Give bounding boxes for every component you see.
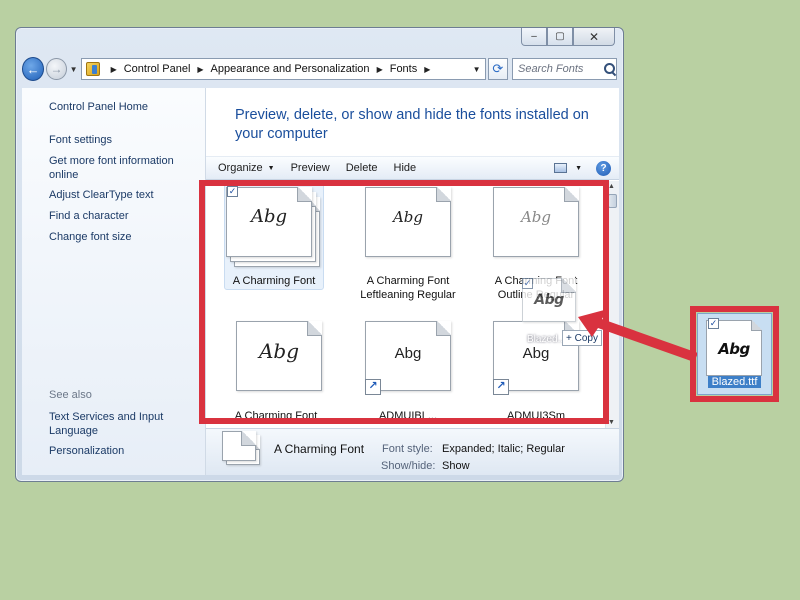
hide-button[interactable]: Hide [386, 162, 425, 174]
font-style-label: Font style: [382, 443, 433, 455]
font-file-icon: Abg [493, 187, 579, 257]
details-pane: A Charming Font Font style: Expanded; It… [206, 428, 619, 475]
see-also-heading: See also [49, 389, 92, 401]
font-tile-charming[interactable]: Abg ✓ A Charming Font [224, 183, 344, 293]
font-sample: Abg [392, 208, 424, 226]
control-panel-icon [85, 62, 100, 76]
page-title: Preview, delete, or show and hide the fo… [235, 107, 589, 142]
font-style-value: Expanded; Italic; Regular [442, 443, 565, 455]
command-bar: Organize ▼ Preview Delete Hide ▼ ? [206, 156, 619, 180]
organize-menu[interactable]: Organize ▼ [206, 162, 283, 174]
view-options-dropdown[interactable]: ▼ [575, 165, 582, 172]
font-sample: Abg [258, 339, 300, 363]
breadcrumb-separator[interactable]: ▶ [424, 65, 430, 74]
breadcrumb-control-panel[interactable]: Control Panel [124, 63, 191, 75]
fonts-window: – ▢ ✕ ← → ▼ ▶ Control Panel ▶ Appearance… [15, 27, 624, 482]
font-tile-admuibl[interactable]: Abg ↗ ADMUIBL... [348, 321, 468, 428]
breadcrumb-fonts[interactable]: Fonts [390, 63, 418, 75]
change-font-size-link[interactable]: Change font size [49, 230, 199, 244]
scroll-down-icon[interactable]: ▼ [608, 419, 615, 426]
font-settings-link[interactable]: Font settings [49, 133, 199, 147]
forward-button[interactable]: → [46, 58, 67, 80]
preview-button[interactable]: Preview [283, 162, 338, 174]
breadcrumb-appearance[interactable]: Appearance and Personalization [211, 63, 370, 75]
font-label: A Charming Font [232, 275, 316, 287]
breadcrumb-separator[interactable]: ▶ [111, 65, 117, 74]
selection-checkbox: ✓ [522, 278, 533, 289]
font-label: ADMUIBL... [378, 410, 438, 422]
refresh-button[interactable]: ⟳ [487, 58, 508, 80]
back-button[interactable]: ← [22, 57, 45, 81]
font-label: A Charming Font [234, 410, 318, 422]
blazed-font-file[interactable]: Abg ✓ Blazed.ttf [697, 313, 772, 395]
font-sample: Abg [534, 292, 564, 308]
search-input[interactable] [517, 63, 600, 75]
recent-pages-button[interactable]: ▼ [70, 65, 78, 74]
font-file-icon: Abg [236, 321, 322, 391]
shortcut-arrow-icon: ↗ [493, 379, 509, 395]
close-button[interactable]: ✕ [573, 28, 615, 46]
font-sample: Abg [718, 340, 750, 358]
minimize-button[interactable]: – [521, 28, 547, 46]
adjust-cleartype-link[interactable]: Adjust ClearType text [49, 188, 199, 202]
personalization-link[interactable]: Personalization [49, 444, 199, 458]
selection-checkbox[interactable]: ✓ [227, 186, 238, 197]
window-controls: – ▢ ✕ [521, 28, 615, 46]
scroll-up-icon[interactable]: ▲ [608, 183, 615, 190]
find-character-link[interactable]: Find a character [49, 209, 199, 223]
font-sample: Abg [250, 206, 288, 227]
organize-label: Organize [218, 162, 263, 174]
control-panel-home-link[interactable]: Control Panel Home [49, 100, 199, 114]
showhide-label: Show/hide: [381, 460, 436, 472]
address-dropdown-button[interactable]: ▼ [469, 65, 485, 74]
font-sample: Abg [522, 345, 550, 362]
drag-label: Blazed... [527, 334, 566, 345]
text-services-link[interactable]: Text Services and Input Language [49, 410, 199, 438]
maximize-button[interactable]: ▢ [547, 28, 573, 46]
shortcut-arrow-icon: ↗ [365, 379, 381, 395]
search-icon[interactable] [603, 63, 616, 75]
font-file-icon [222, 431, 256, 461]
font-label: ADMUI3Sm [506, 410, 566, 422]
drag-preview: Abg ✓ [522, 278, 578, 324]
font-sample: Abg [394, 345, 422, 362]
help-icon[interactable]: ? [596, 160, 611, 176]
breadcrumb-separator[interactable]: ▶ [197, 65, 203, 74]
font-file-icon: Abg [226, 187, 312, 257]
details-font-name: A Charming Font [274, 442, 365, 456]
navigation-bar: ← → ▼ ▶ Control Panel ▶ Appearance and P… [22, 56, 617, 82]
font-label: A Charming Font Leftleaning Regular [360, 275, 456, 301]
drag-arrow-icon [578, 309, 698, 362]
get-font-info-link[interactable]: Get more font information online [49, 154, 199, 182]
breadcrumb-separator[interactable]: ▶ [377, 65, 383, 74]
search-box[interactable] [511, 58, 617, 80]
font-sample: Abg [520, 208, 552, 226]
vertical-scrollbar[interactable]: ▲ ▼ [605, 181, 619, 428]
chevron-down-icon: ▼ [267, 164, 275, 172]
change-view-icon[interactable] [554, 163, 568, 173]
task-pane: Control Panel Home Font settings Get mor… [22, 88, 206, 475]
font-file-icon: Abg [365, 187, 451, 257]
scroll-thumb[interactable] [608, 194, 617, 208]
showhide-value: Show [442, 460, 470, 472]
address-bar[interactable]: ▶ Control Panel ▶ Appearance and Persona… [80, 58, 486, 80]
font-tile-leftleaning[interactable]: Abg A Charming Font Leftleaning Regular [348, 183, 468, 313]
delete-button[interactable]: Delete [338, 162, 386, 174]
selection-checkbox[interactable]: ✓ [708, 318, 719, 329]
file-name-label: Blazed.ttf [708, 376, 761, 388]
font-tile-charming-2[interactable]: Abg A Charming Font [216, 321, 336, 428]
